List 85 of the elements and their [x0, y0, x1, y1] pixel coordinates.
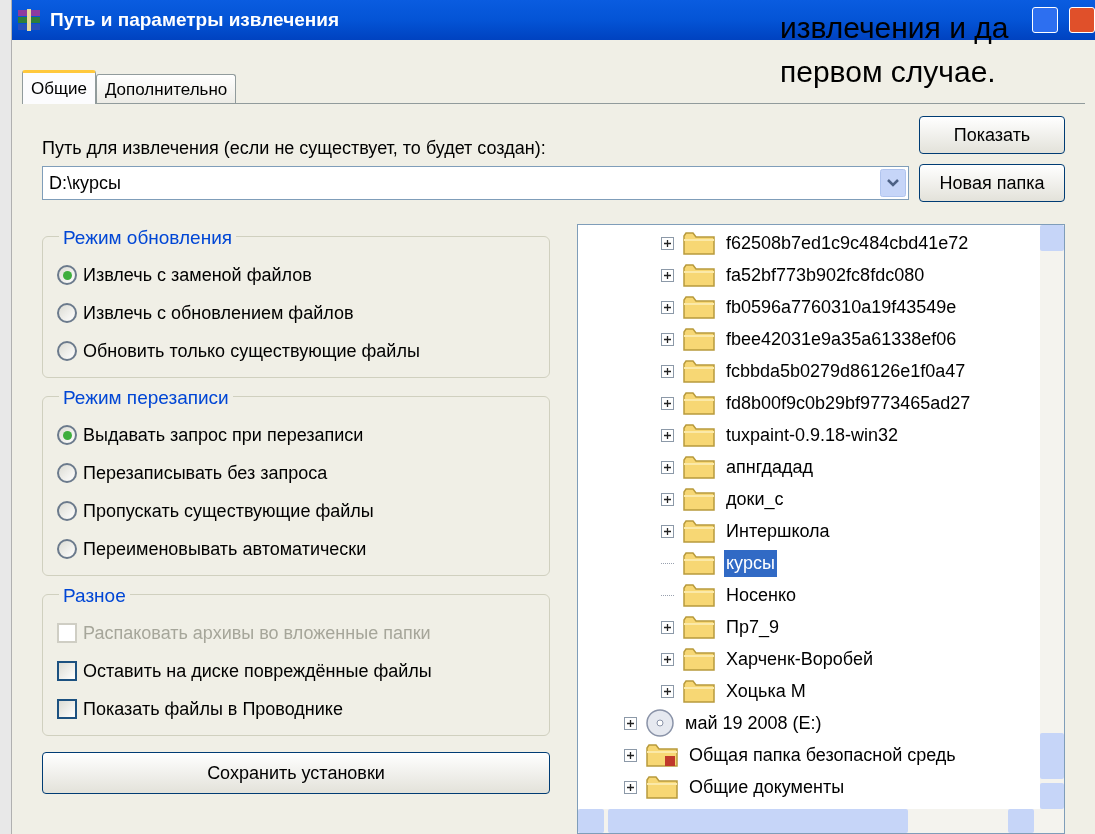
horizontal-scrollbar[interactable] [578, 809, 1064, 833]
radio-button[interactable] [57, 501, 77, 521]
tree-item[interactable]: fa52bf773b902fc8fdc080 [724, 261, 927, 289]
folder-icon [682, 358, 716, 384]
option-label: Распаковать архивы во вложенные папки [83, 621, 431, 645]
folder-icon [682, 294, 716, 320]
chevron-down-icon[interactable] [880, 169, 906, 197]
radio-button[interactable] [57, 341, 77, 361]
option-label: Извлечь с заменой файлов [83, 263, 312, 287]
tree-item[interactable]: fd8b00f9c0b29bf9773465ad27 [724, 389, 973, 417]
folder-icon [682, 326, 716, 352]
expand-icon[interactable] [661, 428, 674, 442]
radio-button[interactable] [57, 425, 77, 445]
slide-text: первом случае. [780, 54, 997, 90]
tree-item[interactable]: fb0596a7760310a19f43549e [724, 293, 959, 321]
folder-icon [682, 390, 716, 416]
radio-button[interactable] [57, 539, 77, 559]
disc-icon [645, 708, 675, 738]
tab[interactable]: Общие [22, 70, 96, 104]
radio-button[interactable] [57, 463, 77, 483]
shared-folder-icon [645, 742, 679, 768]
path-label: Путь для извлечения (если не существует, то будет создан): [42, 137, 547, 160]
folder-icon [645, 774, 679, 800]
expand-icon[interactable] [661, 236, 674, 250]
expand-icon[interactable] [661, 396, 674, 410]
tree-item[interactable]: tuxpaint-0.9.18-win32 [724, 421, 901, 449]
tree-item[interactable]: Носенко [724, 581, 799, 609]
folder-icon [682, 454, 716, 480]
tree-item[interactable]: fcbbda5b0279d86126e1f0a47 [724, 357, 968, 385]
checkbox[interactable] [57, 661, 77, 681]
tree-item[interactable]: Интершкола [724, 517, 832, 545]
folder-icon [682, 582, 716, 608]
expand-icon[interactable] [661, 652, 674, 666]
tree-item[interactable]: f62508b7ed1c9c484cbd41e72 [724, 229, 971, 257]
tree-item[interactable]: fbee42031e9a35a61338ef06 [724, 325, 959, 353]
expand-icon[interactable] [661, 460, 674, 474]
tree-item[interactable]: доки_с [724, 485, 786, 513]
path-combobox[interactable]: D:\курсы [42, 166, 909, 200]
folder-icon [682, 518, 716, 544]
tree-item[interactable]: курсы [724, 549, 777, 577]
option-label: Выдавать запрос при перезаписи [83, 423, 364, 447]
option-label: Обновить только существующие файлы [83, 339, 420, 363]
expand-icon[interactable] [624, 716, 637, 730]
tree-item[interactable]: Пр7_9 [724, 613, 781, 641]
option-label: Извлечь с обновлением файлов [83, 301, 354, 325]
save-button[interactable]: Сохранить установки [42, 752, 550, 794]
option-label: Переименовывать автоматически [83, 537, 367, 561]
books-icon [16, 7, 42, 33]
slide-text: извлечения и да [780, 10, 1009, 46]
side-button[interactable]: Новая папка [919, 164, 1065, 202]
vertical-scrollbar[interactable] [1040, 225, 1064, 809]
option-label: Пропускать существующие файлы [83, 499, 374, 523]
tree-item[interactable]: Харченк-Воробей [724, 645, 876, 673]
expand-icon[interactable] [661, 332, 674, 346]
radio-button[interactable] [57, 303, 77, 323]
tree-item[interactable]: Общие документы [687, 773, 847, 801]
tree-item[interactable]: Хоцька М [724, 677, 808, 705]
folder-icon [682, 678, 716, 704]
folder-icon [682, 230, 716, 256]
folder-icon [682, 262, 716, 288]
window-title: Путь и параметры извлечения [50, 7, 339, 32]
radio-button[interactable] [57, 265, 77, 285]
expand-icon[interactable] [661, 300, 674, 314]
tree-item[interactable]: май 19 2008 (E:) [683, 709, 824, 737]
checkbox[interactable] [57, 699, 77, 719]
option-label: Показать файлы в Проводнике [83, 697, 343, 721]
expand-icon[interactable] [624, 780, 637, 794]
expand-icon[interactable] [661, 364, 674, 378]
expand-icon[interactable] [624, 748, 637, 762]
expand-icon[interactable] [661, 684, 674, 698]
expand-icon[interactable] [661, 524, 674, 538]
side-button[interactable]: Показать [919, 116, 1065, 154]
tree-item[interactable]: Общая папка безопасной средь [687, 741, 958, 769]
folder-icon [682, 550, 716, 576]
expand-icon[interactable] [661, 620, 674, 634]
expand-icon[interactable] [661, 268, 674, 282]
expand-icon[interactable] [661, 492, 674, 506]
folder-icon [682, 646, 716, 672]
tab[interactable]: Дополнительно [95, 74, 237, 104]
folder-icon [682, 486, 716, 512]
tree-item[interactable]: апнгдадад [724, 453, 815, 481]
folder-icon [682, 422, 716, 448]
option-label: Перезаписывать без запроса [83, 461, 328, 485]
option-label: Оставить на диске повреждённые файлы [83, 659, 432, 683]
folder-icon [682, 614, 716, 640]
